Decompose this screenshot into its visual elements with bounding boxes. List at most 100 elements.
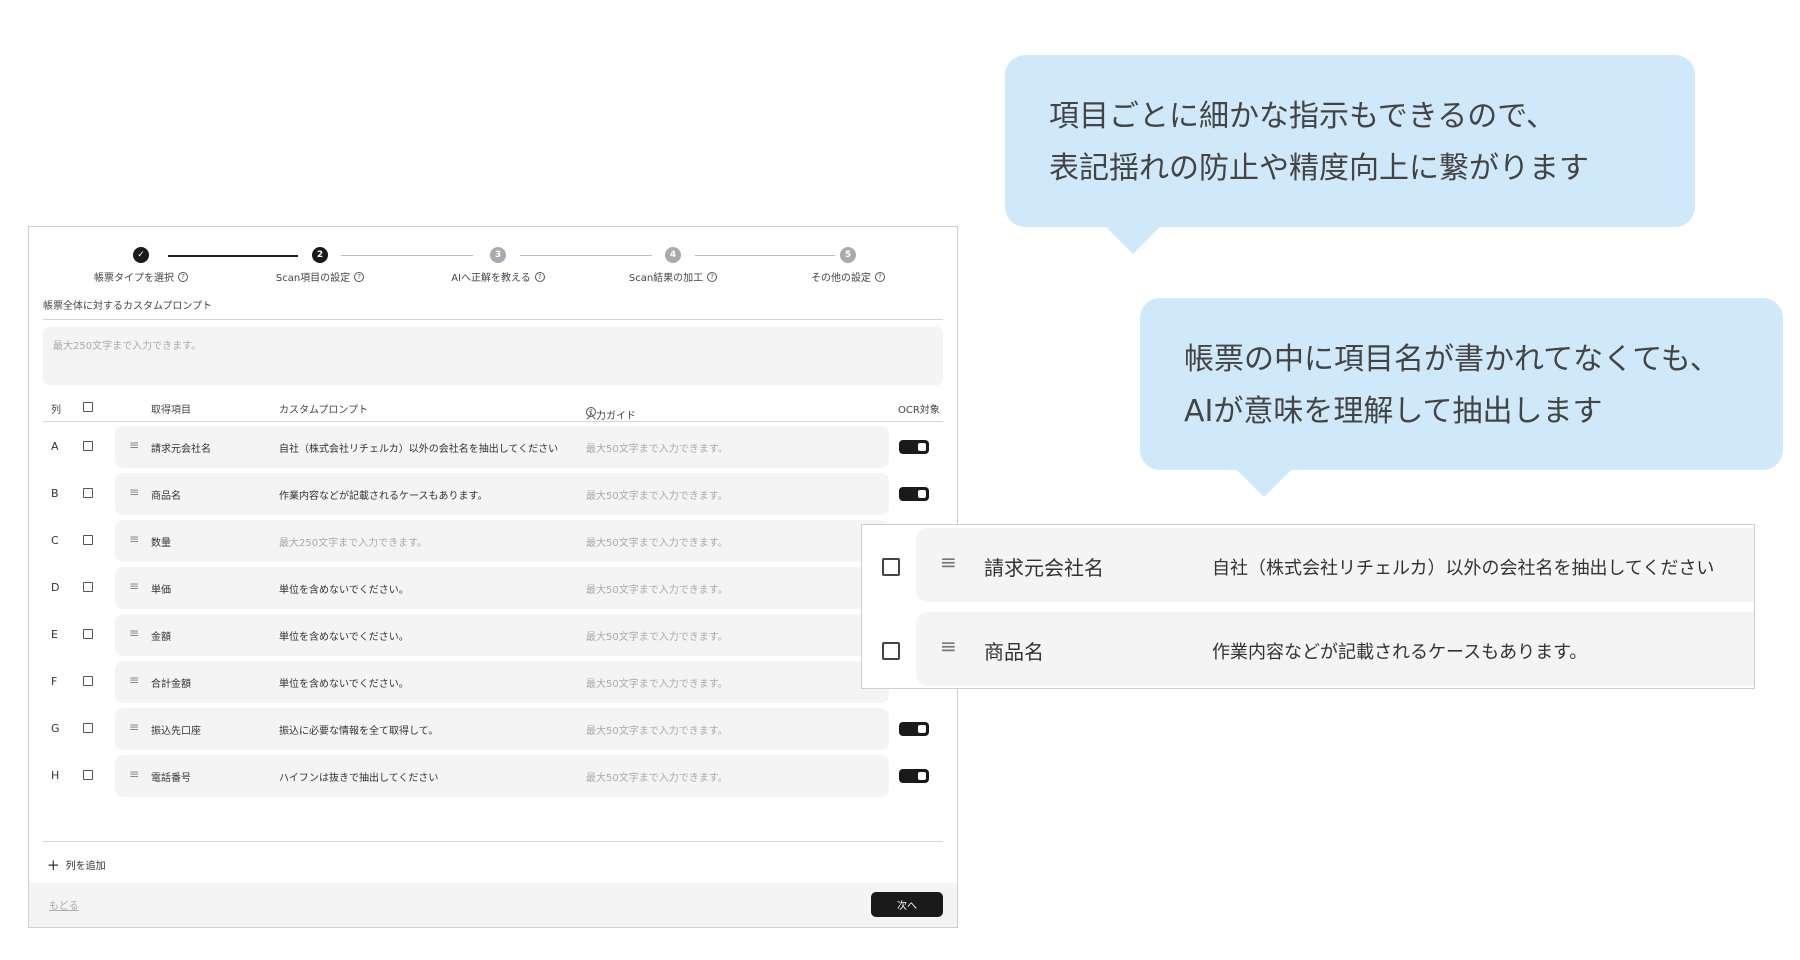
- drag-handle-icon[interactable]: ≡: [129, 626, 139, 640]
- item-name-field[interactable]: 金額: [151, 628, 171, 643]
- custom-prompt-field[interactable]: 単位を含めないでください。: [279, 675, 409, 690]
- row-background: [115, 708, 889, 750]
- row-checkbox[interactable]: [83, 582, 93, 592]
- step-label: その他の設定: [811, 273, 871, 284]
- step-label: AIへ正解を教える: [451, 273, 531, 284]
- help-circle-icon[interactable]: ?: [875, 271, 885, 282]
- input-guide-field[interactable]: 最大50文字まで入力できます。: [586, 722, 728, 737]
- custom-prompt-field[interactable]: 振込に必要な情報を全て取得して。: [279, 722, 438, 737]
- item-name-field[interactable]: 合計金額: [151, 675, 191, 690]
- custom-prompt-field[interactable]: 単位を含めないでください。: [279, 581, 409, 596]
- column-letter: F: [51, 675, 58, 688]
- callout-line: 表記揺れの防止や精度向上に繋がります: [1049, 151, 1589, 186]
- ocr-toggle[interactable]: [899, 769, 929, 783]
- table-row: F ≡ 合計金額 単位を含めないでください。 最大50文字まで入力できます。: [43, 661, 943, 703]
- step-number: 3: [490, 247, 506, 263]
- zoomed-detail: ≡ 請求元会社名 自社（株式会社リチェルカ）以外の会社名を抽出してください ≡ …: [861, 524, 1755, 689]
- ocr-toggle[interactable]: [899, 722, 929, 736]
- step-number: 2: [312, 247, 328, 263]
- input-guide-field[interactable]: 最大50文字まで入力できます。: [586, 628, 728, 643]
- drag-handle-icon[interactable]: ≡: [129, 485, 139, 499]
- input-guide-field[interactable]: 最大50文字まで入力できます。: [586, 581, 728, 596]
- drag-handle-icon[interactable]: ≡: [129, 579, 139, 593]
- drag-handle-icon[interactable]: ≡: [129, 532, 139, 546]
- row-checkbox[interactable]: [83, 488, 93, 498]
- callout-line: 帳票の中に項目名が書かれてなくても、: [1184, 342, 1720, 377]
- table-row: C ≡ 数量 最大250文字まで入力できます。 最大50文字まで入力できます。: [43, 520, 943, 562]
- ocr-toggle[interactable]: [899, 487, 929, 501]
- help-circle-icon[interactable]: ?: [534, 271, 545, 282]
- input-guide-field[interactable]: 最大50文字まで入力できます。: [586, 675, 728, 690]
- step-label: 帳票タイプを選択: [94, 273, 174, 284]
- row-background: [115, 567, 889, 609]
- column-letter: G: [51, 722, 60, 735]
- row-checkbox[interactable]: [83, 629, 93, 639]
- input-guide-field[interactable]: 最大50文字まで入力できます。: [586, 487, 728, 502]
- table-row: H ≡ 電話番号 ハイフンは抜きで抽出してください 最大50文字まで入力できます。: [43, 755, 943, 797]
- table-row: G ≡ 振込先口座 振込に必要な情報を全て取得して。 最大50文字まで入力できます。: [43, 708, 943, 750]
- item-prompt[interactable]: 作業内容などが記載されるケースもあります。: [1212, 638, 1587, 664]
- input-guide-field[interactable]: 最大50文字まで入力できます。: [586, 440, 728, 455]
- global-prompt-textarea[interactable]: 最大250文字まで入力できます。: [43, 327, 943, 385]
- custom-prompt-field[interactable]: ハイフンは抜きで抽出してください: [279, 769, 438, 784]
- custom-prompt-field[interactable]: 単位を含めないでください。: [279, 628, 409, 643]
- drag-handle-icon[interactable]: ≡: [940, 550, 957, 574]
- callout-ai-understands: 帳票の中に項目名が書かれてなくても、 AIが意味を理解して抽出します: [1140, 298, 1783, 497]
- input-guide-field[interactable]: 最大50文字まで入力できます。: [586, 769, 728, 784]
- help-circle-icon[interactable]: ?: [178, 271, 188, 282]
- step-select-form-type[interactable]: ✓ 帳票タイプを選択?: [61, 247, 221, 284]
- column-letter: A: [51, 440, 59, 453]
- row-background: [115, 614, 889, 656]
- step-process-results[interactable]: 4 Scan結果の加工?: [593, 247, 753, 284]
- item-name-field[interactable]: 請求元会社名: [151, 440, 211, 455]
- row-checkbox[interactable]: [83, 723, 93, 733]
- header-column: 列: [51, 405, 61, 416]
- step-label: Scan項目の設定: [275, 273, 351, 284]
- custom-prompt-field[interactable]: 自社（株式会社リチェルカ）以外の会社名を抽出してください: [279, 440, 558, 455]
- row-checkbox[interactable]: [882, 558, 900, 576]
- divider: [43, 841, 943, 842]
- row-checkbox[interactable]: [83, 676, 93, 686]
- item-name-field[interactable]: 数量: [151, 534, 171, 549]
- table-row: D ≡ 単価 単位を含めないでください。 最大50文字まで入力できます。: [43, 567, 943, 609]
- row-background: [115, 473, 889, 515]
- drag-handle-icon[interactable]: ≡: [129, 767, 139, 781]
- column-letter: D: [51, 581, 60, 594]
- divider: [43, 319, 943, 320]
- column-letter: B: [51, 487, 59, 500]
- step-other-settings[interactable]: 5 その他の設定?: [768, 247, 928, 284]
- row-checkbox[interactable]: [882, 642, 900, 660]
- step-teach-ai[interactable]: 3 AIへ正解を教える?: [418, 247, 578, 284]
- drag-handle-icon[interactable]: ≡: [129, 438, 139, 452]
- item-name: 請求元会社名: [984, 556, 1104, 580]
- help-circle-icon[interactable]: ?: [586, 407, 596, 417]
- next-button[interactable]: 次へ: [871, 892, 943, 917]
- divider: [43, 421, 943, 422]
- zoom-row: ≡ 請求元会社名 自社（株式会社リチェルカ）以外の会社名を抽出してください: [862, 528, 1754, 602]
- help-circle-icon[interactable]: ?: [707, 271, 718, 282]
- table-row: B ≡ 商品名 作業内容などが記載されるケースもあります。 最大50文字まで入力できます…: [43, 473, 943, 515]
- row-checkbox[interactable]: [83, 535, 93, 545]
- custom-prompt-field[interactable]: 作業内容などが記載されるケースもあります。: [279, 487, 488, 502]
- drag-handle-icon[interactable]: ≡: [129, 720, 139, 734]
- row-checkbox[interactable]: [83, 441, 93, 451]
- step-number: 5: [840, 247, 856, 263]
- drag-handle-icon[interactable]: ≡: [940, 634, 957, 658]
- ocr-toggle[interactable]: [899, 440, 929, 454]
- row-checkbox[interactable]: [83, 770, 93, 780]
- step-scan-item-settings[interactable]: 2 Scan項目の設定?: [240, 247, 400, 284]
- custom-prompt-field[interactable]: 最大250文字まで入力できます。: [279, 534, 427, 549]
- item-name-field[interactable]: 電話番号: [151, 769, 191, 784]
- item-name-field[interactable]: 単価: [151, 581, 171, 596]
- select-all-checkbox[interactable]: [83, 402, 93, 412]
- item-name-field[interactable]: 商品名: [151, 487, 181, 502]
- back-link[interactable]: もどる: [49, 897, 79, 912]
- column-letter: C: [51, 534, 59, 547]
- item-name-field[interactable]: 振込先口座: [151, 722, 201, 737]
- item-prompt[interactable]: 自社（株式会社リチェルカ）以外の会社名を抽出してください: [1212, 554, 1714, 580]
- footer-bar: もどる 次へ: [29, 883, 957, 927]
- help-circle-icon[interactable]: ?: [354, 271, 365, 282]
- add-column-button[interactable]: + 列を追加: [47, 857, 106, 872]
- input-guide-field[interactable]: 最大50文字まで入力できます。: [586, 534, 728, 549]
- drag-handle-icon[interactable]: ≡: [129, 673, 139, 687]
